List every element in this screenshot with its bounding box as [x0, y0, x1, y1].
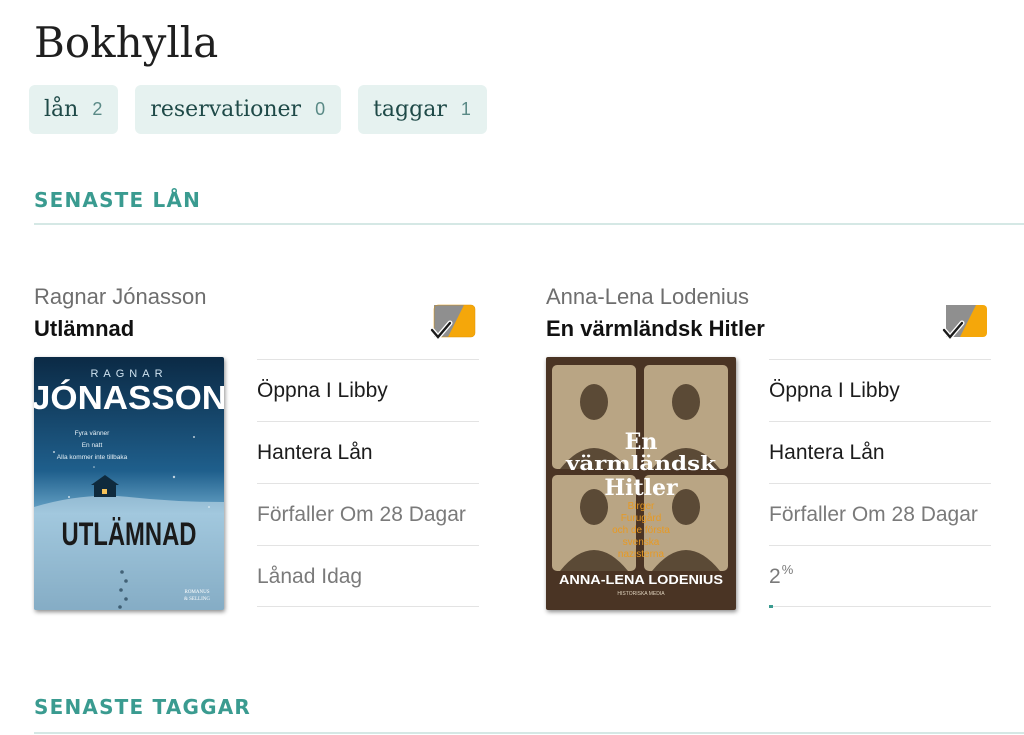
cover-subtitle-1: Birger — [628, 501, 655, 512]
loan-actions: Öppna I Libby Hantera Lån Förfaller Om 2… — [257, 359, 479, 607]
tab-tags-count: 1 — [460, 99, 471, 119]
reading-progress-unit: % — [781, 561, 794, 577]
returned-check-tag-icon[interactable] — [941, 303, 988, 341]
book-title[interactable]: En värmländsk Hitler — [546, 316, 765, 342]
cover-subtitle-5: nazisterna — [618, 549, 665, 560]
cover-publisher: HISTORISKA MEDIA — [617, 591, 665, 597]
tab-reservations-label: reservationer — [150, 97, 302, 122]
book-cover[interactable]: En värmländsk Hitler Birger Furugård och… — [546, 357, 736, 610]
page-title: Bokhylla — [34, 18, 219, 67]
cover-tagline-3: Alla kommer inte tillbaka — [57, 454, 128, 461]
loan-actions: Öppna I Libby Hantera Lån Förfaller Om 2… — [769, 359, 991, 608]
book-cover[interactable]: RAGNAR JÓNASSON Fyra vänner En natt Alla… — [34, 357, 224, 610]
section-divider — [34, 732, 1024, 734]
recent-tags-heading: SENASTE TAGGAR — [34, 695, 252, 719]
loan-card: Anna-Lena Lodenius En värmländsk Hitler … — [546, 284, 1006, 624]
tab-tags[interactable]: taggar 1 — [358, 85, 487, 134]
recent-loans-section-header: SENASTE LÅN — [34, 188, 1024, 225]
tab-loans[interactable]: lån 2 — [29, 85, 119, 134]
cover-subtitle-2: Furugård — [621, 512, 662, 524]
cover-publisher-1: ROMANUS — [184, 590, 209, 595]
open-in-libby-link[interactable]: Öppna I Libby — [769, 359, 991, 421]
cover-publisher-2: & SELLING — [184, 597, 210, 602]
cover-title-3: Hitler — [604, 475, 678, 501]
book-author[interactable]: Ragnar Jónasson — [34, 284, 206, 310]
tab-reservations[interactable]: reservationer 0 — [135, 85, 342, 134]
section-divider — [34, 223, 1024, 225]
manage-loan-link[interactable]: Hantera Lån — [769, 421, 991, 483]
due-date-text: Förfaller Om 28 Dagar — [769, 483, 991, 545]
recent-tags-section-header: SENASTE TAGGAR — [34, 695, 1024, 734]
manage-loan-link[interactable]: Hantera Lån — [257, 421, 479, 483]
cover-title-2: värmländsk — [565, 451, 717, 475]
due-date-text: Förfaller Om 28 Dagar — [257, 483, 479, 545]
open-in-libby-link[interactable]: Öppna I Libby — [257, 359, 479, 421]
reading-progress-fill — [769, 605, 774, 608]
cover-tagline-2: En natt — [82, 442, 103, 449]
cover-author-big: JÓNASSON — [34, 379, 224, 416]
reading-progress-bar — [769, 605, 991, 608]
book-author[interactable]: Anna-Lena Lodenius — [546, 284, 749, 310]
cover-author: ANNA-LENA LODENIUS — [559, 573, 723, 587]
cover-subtitle-3: och de första — [612, 525, 670, 536]
tab-loans-count: 2 — [92, 99, 103, 119]
recent-loans-heading: SENASTE LÅN — [34, 188, 202, 212]
cover-title: UTLÄMNAD — [62, 516, 197, 552]
reading-progress-value: 2 — [769, 564, 781, 588]
loan-status-text: Lånad Idag — [257, 545, 479, 607]
cover-subtitle-4: svenska — [623, 537, 660, 548]
tab-reservations-count: 0 — [315, 99, 326, 119]
shelf-tabs: lån 2 reservationer 0 taggar 1 — [29, 85, 487, 134]
returned-check-tag-icon[interactable] — [429, 303, 476, 341]
tab-loans-label: lån — [44, 97, 79, 122]
tab-tags-label: taggar — [373, 97, 447, 122]
loan-card: Ragnar Jónasson Utlämnad RAGNAR JÓNASSON… — [34, 284, 494, 624]
cover-tagline-1: Fyra vänner — [75, 430, 111, 437]
reading-progress-row: 2% — [769, 545, 991, 608]
book-title[interactable]: Utlämnad — [34, 316, 134, 342]
